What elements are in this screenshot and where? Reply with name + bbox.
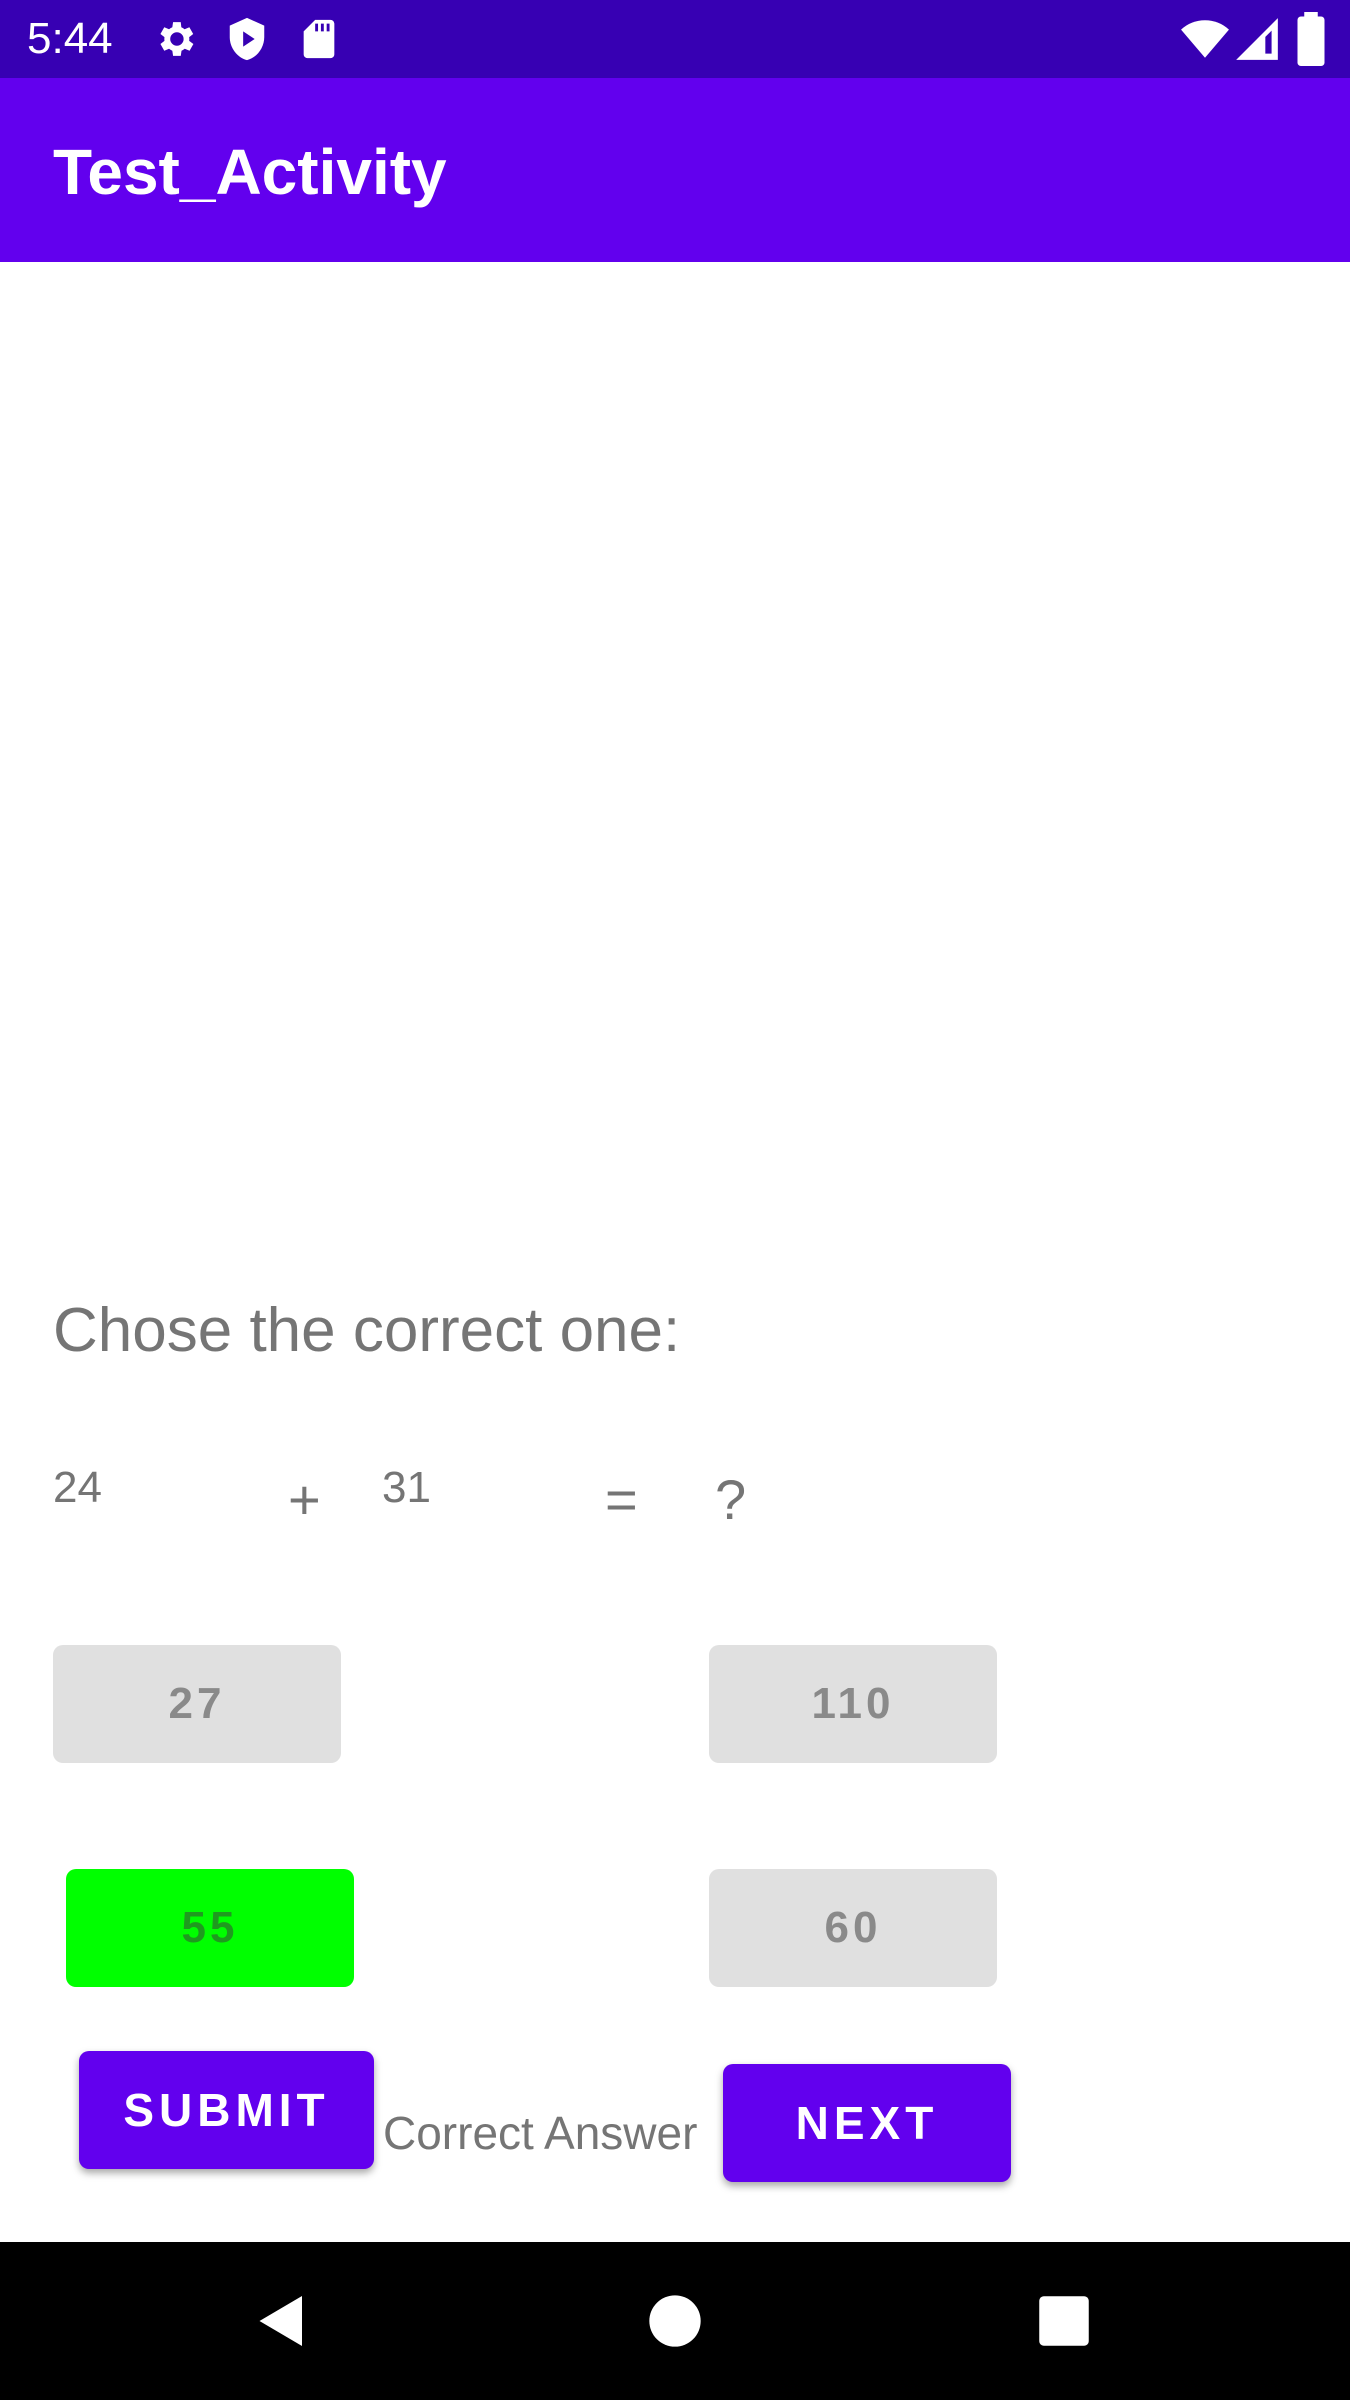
unknown-result: ? — [715, 1468, 747, 1531]
status-bar: 5:44 — [0, 0, 1350, 78]
app-bar: Test_Activity — [0, 78, 1350, 262]
recents-button[interactable] — [984, 2242, 1144, 2400]
operand-b: 31 — [382, 1463, 431, 1512]
gear-icon — [160, 22, 194, 56]
submit-button[interactable]: SUBMIT — [79, 2051, 374, 2169]
option-button-1[interactable]: 27 — [53, 1645, 341, 1763]
equals-sign: = — [605, 1468, 638, 1531]
navigation-bar — [0, 2242, 1350, 2400]
app-title: Test_Activity — [53, 136, 447, 208]
operator-plus: + — [288, 1468, 321, 1531]
signal-icon — [1236, 18, 1278, 60]
question-prompt: Chose the correct one: — [53, 1296, 681, 1365]
home-icon — [649, 2295, 701, 2347]
back-button[interactable] — [202, 2242, 362, 2400]
recents-icon — [1039, 2296, 1089, 2346]
next-button[interactable]: NEXT — [723, 2064, 1011, 2182]
status-time: 5:44 — [27, 14, 113, 63]
wifi-icon — [1181, 20, 1229, 58]
shield-play-icon — [229, 17, 265, 61]
battery-icon — [1297, 12, 1325, 66]
result-text: Correct Answer — [383, 2107, 698, 2159]
sd-card-icon — [303, 19, 335, 59]
option-button-3-selected[interactable]: 55 — [66, 1869, 354, 1987]
option-button-4[interactable]: 60 — [709, 1869, 997, 1987]
option-button-2[interactable]: 110 — [709, 1645, 997, 1763]
home-button[interactable] — [595, 2242, 755, 2400]
back-icon — [259, 2296, 302, 2346]
operand-a: 24 — [53, 1463, 102, 1512]
